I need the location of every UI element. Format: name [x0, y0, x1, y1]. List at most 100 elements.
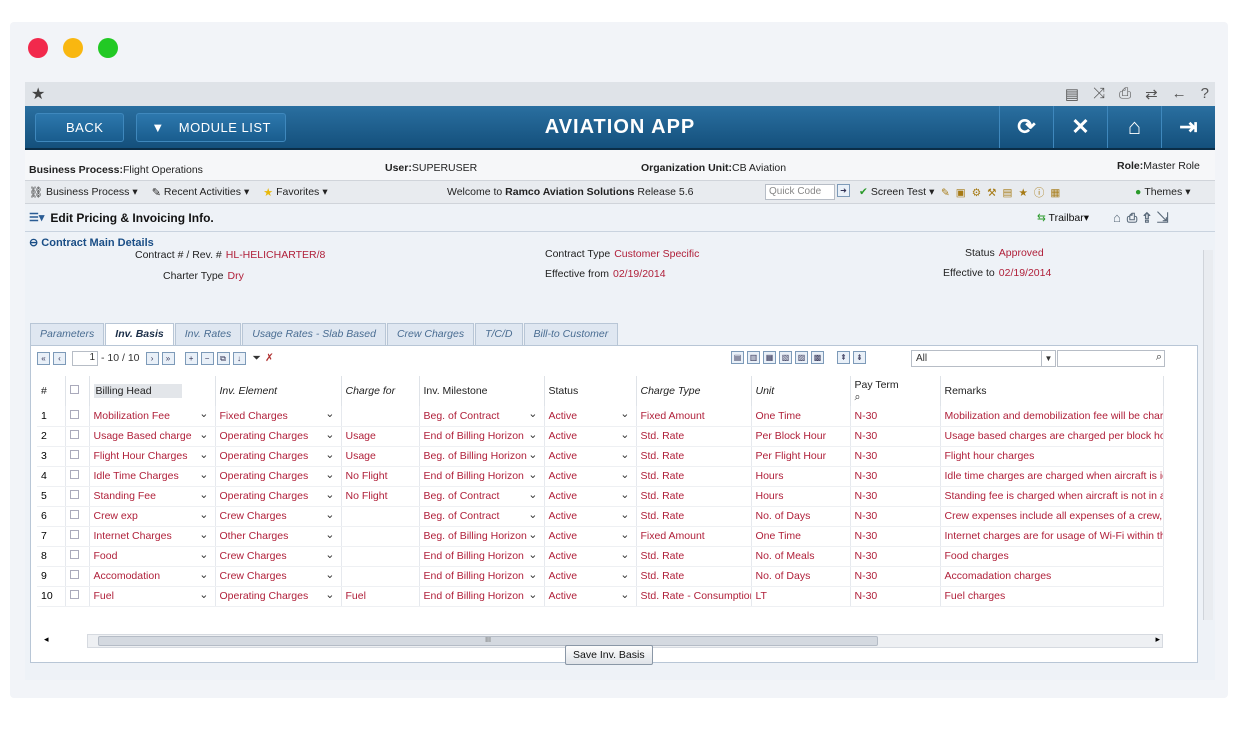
- cell-head[interactable]: Standing Fee: [89, 486, 216, 507]
- cell-remarks[interactable]: Food charges: [940, 546, 1164, 567]
- cell-type[interactable]: Std. Rate - Consumption: [636, 586, 752, 607]
- cell-element[interactable]: Operating Charges: [215, 446, 342, 467]
- row-select-cell[interactable]: [65, 526, 90, 547]
- cell-term[interactable]: N-30: [850, 566, 941, 587]
- cell-milestone[interactable]: Beg. of Contract: [419, 506, 545, 527]
- cell-remarks[interactable]: Accomadation charges: [940, 566, 1164, 587]
- cell-head[interactable]: Crew exp: [89, 506, 216, 527]
- col-inv-element[interactable]: Inv. Element: [215, 376, 342, 406]
- trailbar-menu[interactable]: ⇆ Trailbar▾: [1037, 212, 1089, 224]
- cell-term[interactable]: N-30: [850, 406, 941, 427]
- filter-icon[interactable]: ⏷: [253, 352, 261, 365]
- cell-term[interactable]: N-30: [850, 506, 941, 527]
- first-page-icon[interactable]: «: [37, 351, 50, 365]
- cell-milestone[interactable]: End of Billing Horizon: [419, 566, 545, 587]
- col-charge-for[interactable]: Charge for: [341, 376, 420, 406]
- table-row[interactable]: 4 Idle Time ChargesOperating ChargesNo Fl…: [37, 466, 1164, 487]
- cell-type[interactable]: Std. Rate: [636, 566, 752, 587]
- table-row[interactable]: 8 FoodCrew Charges End of Billing HorizonA…: [37, 546, 1164, 567]
- back-arrow-icon[interactable]: ←: [1172, 85, 1187, 103]
- cell-term[interactable]: N-30: [850, 466, 941, 487]
- row-checkbox[interactable]: [69, 409, 79, 419]
- col-select[interactable]: [65, 376, 90, 406]
- cell-remarks[interactable]: Idle time charges are charged when aircr…: [940, 466, 1164, 487]
- cell-element[interactable]: Crew Charges: [215, 566, 342, 587]
- col-status[interactable]: Status: [544, 376, 637, 406]
- tab-inv-basis[interactable]: Inv. Basis: [105, 323, 174, 345]
- col-remarks[interactable]: Remarks: [940, 376, 1164, 406]
- search-icon[interactable]: ⌕: [1156, 351, 1162, 364]
- save-inv-basis-button[interactable]: Save Inv. Basis: [565, 645, 653, 665]
- cell-element[interactable]: Fixed Charges: [215, 406, 342, 427]
- cell-remarks[interactable]: Internet charges are for usage of Wi-Fi …: [940, 526, 1164, 547]
- business-process-menu[interactable]: ⛓ Business Process ▾: [29, 186, 138, 199]
- back-button[interactable]: BACK: [35, 112, 125, 142]
- cell-unit[interactable]: No. of Days: [751, 566, 851, 587]
- cell-status[interactable]: Active: [544, 486, 637, 507]
- copy-row-icon[interactable]: ⧉: [216, 351, 230, 365]
- last-page-icon[interactable]: »: [161, 351, 175, 365]
- quick-code-input[interactable]: Quick Code: [765, 184, 835, 200]
- refresh-icon[interactable]: ⟳: [999, 106, 1053, 148]
- row-checkbox[interactable]: [69, 590, 79, 599]
- grid-search-input[interactable]: ⌕: [1057, 350, 1165, 367]
- cell-head[interactable]: Accomodation: [89, 566, 216, 587]
- help-icon[interactable]: ?: [1201, 85, 1209, 103]
- cell-status[interactable]: Active: [544, 546, 637, 567]
- col-unit[interactable]: Unit: [751, 376, 851, 406]
- cell-remarks[interactable]: Standing fee is charged when aircraft is…: [940, 486, 1164, 507]
- cell-term[interactable]: N-30: [850, 546, 941, 567]
- star-icon[interactable]: ★: [31, 84, 45, 104]
- cell-status[interactable]: Active: [544, 586, 637, 607]
- cell-status[interactable]: Active: [544, 406, 637, 427]
- tab-usage-rates[interactable]: Usage Rates - Slab Based: [242, 323, 386, 345]
- column-filter-select[interactable]: All ▼: [911, 350, 1056, 367]
- cell-type[interactable]: Std. Rate: [636, 546, 752, 567]
- cell-milestone[interactable]: End of Billing Horizon: [419, 426, 545, 447]
- cell-milestone[interactable]: End of Billing Horizon: [419, 586, 545, 607]
- row-select-cell[interactable]: [65, 486, 90, 507]
- cell-charge-for[interactable]: Fuel: [341, 586, 420, 607]
- scroll-left-icon[interactable]: ◂: [44, 634, 49, 645]
- cell-milestone[interactable]: Beg. of Billing Horizon: [419, 526, 545, 547]
- menu-icon[interactable]: ☰▾: [29, 211, 44, 224]
- tab-inv-rates[interactable]: Inv. Rates: [174, 323, 242, 345]
- cell-unit[interactable]: Per Block Hour: [751, 426, 851, 447]
- sort-icon[interactable]: ↓: [232, 351, 246, 365]
- row-select-cell[interactable]: [65, 506, 90, 527]
- cell-unit[interactable]: Hours: [751, 486, 851, 507]
- table-row[interactable]: 7 Internet ChargesOther Charges Beg. of Bi…: [37, 526, 1164, 547]
- row-checkbox[interactable]: [69, 550, 79, 559]
- cell-status[interactable]: Active: [544, 526, 637, 547]
- cell-term[interactable]: N-30: [850, 526, 941, 547]
- tab-bill-to-customer[interactable]: Bill-to Customer: [523, 323, 619, 345]
- favorites-menu[interactable]: ★ Favorites ▾: [263, 186, 327, 199]
- cell-status[interactable]: Active: [544, 466, 637, 487]
- page-action-icons[interactable]: ⌂⎙⇪⇲: [1113, 210, 1175, 226]
- cell-charge-for[interactable]: Usage: [341, 446, 420, 467]
- cell-remarks[interactable]: Crew expenses include all expenses of a …: [940, 506, 1164, 527]
- table-row[interactable]: 3 Flight Hour ChargesOperating ChargesUsa…: [37, 446, 1164, 467]
- cell-unit[interactable]: Per Flight Hour: [751, 446, 851, 467]
- cell-element[interactable]: Operating Charges: [215, 486, 342, 507]
- cell-type[interactable]: Std. Rate: [636, 426, 752, 447]
- scroll-right-icon[interactable]: ▸: [1155, 634, 1160, 645]
- row-select-cell[interactable]: [65, 566, 90, 587]
- cell-head[interactable]: Food: [89, 546, 216, 567]
- table-row[interactable]: 6 Crew expCrew Charges Beg. of ContractAct…: [37, 506, 1164, 527]
- cell-term[interactable]: N-30: [850, 426, 941, 447]
- cell-head[interactable]: Fuel: [89, 586, 216, 607]
- cell-type[interactable]: Std. Rate: [636, 486, 752, 507]
- col-billing-head[interactable]: Billing Head: [89, 376, 216, 406]
- delete-row-icon[interactable]: −: [200, 351, 214, 365]
- col-pay-term[interactable]: Pay Term ⌕: [850, 376, 941, 406]
- add-row-icon[interactable]: +: [184, 351, 198, 365]
- cell-head[interactable]: Idle Time Charges: [89, 466, 216, 487]
- recent-activities-menu[interactable]: ✎ Recent Activities ▾: [152, 186, 250, 199]
- cell-term[interactable]: N-30: [850, 446, 941, 467]
- print-icon[interactable]: ⎙: [1119, 85, 1131, 103]
- cell-unit[interactable]: No. of Meals: [751, 546, 851, 567]
- row-checkbox[interactable]: [69, 530, 79, 539]
- table-row[interactable]: 9 AccomodationCrew Charges End of Billing …: [37, 566, 1164, 587]
- row-select-cell[interactable]: [65, 546, 90, 567]
